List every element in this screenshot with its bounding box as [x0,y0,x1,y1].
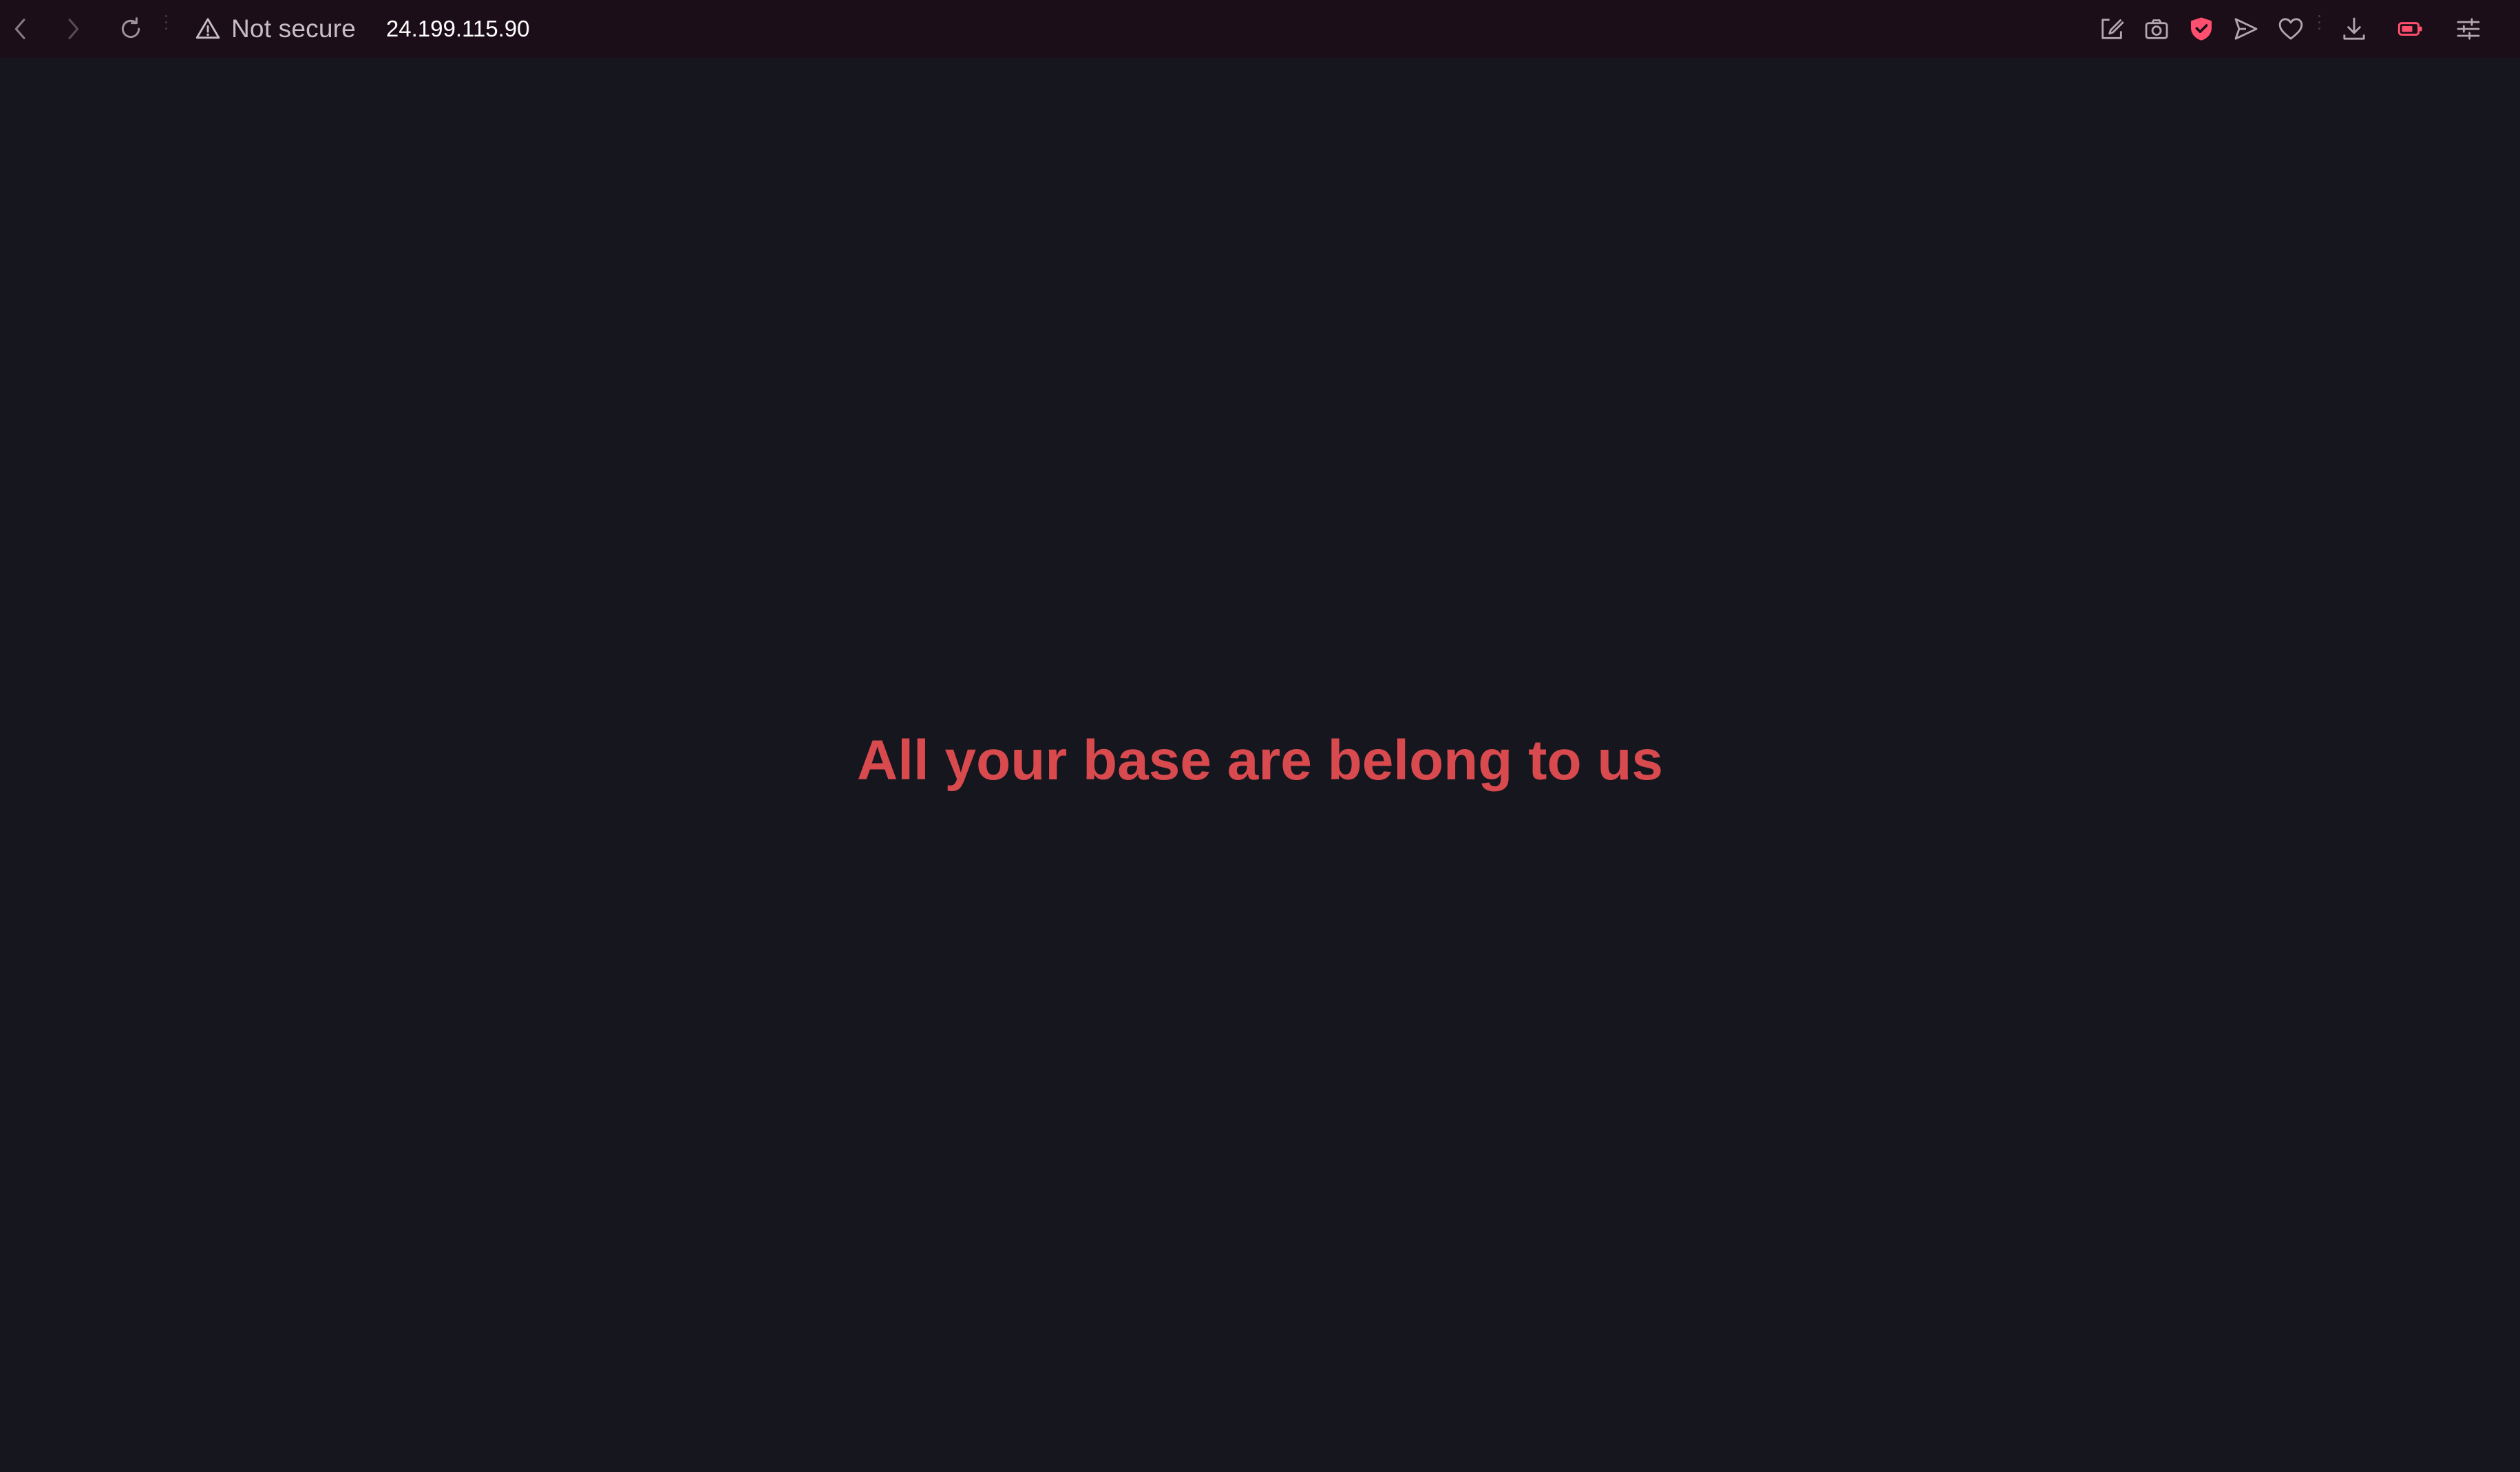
camera-icon [2145,19,2168,39]
warning-triangle-icon [194,15,222,43]
easy-setup-button[interactable] [2448,8,2489,50]
share-button[interactable] [2091,8,2132,50]
toolbar-separator [2318,15,2320,43]
reload-icon [121,17,140,39]
forward-arrow-icon [68,19,79,39]
back-arrow-icon [14,19,25,39]
url-text[interactable]: 24.199.115.90 [386,16,530,42]
back-button[interactable] [0,8,41,50]
heart-icon [2278,18,2303,40]
send-icon [2234,18,2258,40]
toolbar-separator [165,15,167,43]
snapshot-button[interactable] [2136,8,2177,50]
battery-saver-button[interactable] [2390,8,2431,50]
shield-icon [2191,17,2212,41]
settings-sliders-icon [2457,18,2480,40]
shield-button[interactable] [2181,8,2222,50]
security-status-label[interactable]: Not secure [231,14,356,43]
favorite-button[interactable] [2270,8,2311,50]
forward-button[interactable] [52,8,94,50]
share-edit-icon [2101,19,2124,39]
battery-icon [2397,22,2422,36]
page-headline: All your base are belong to us [856,729,1664,792]
address-bar[interactable]: Not secure 24.199.115.90 [194,6,530,52]
download-button[interactable] [2333,8,2375,50]
download-icon [2343,17,2365,40]
browser-toolbar: Not secure 24.199.115.90 [0,0,2520,58]
reload-button[interactable] [110,8,151,50]
send-button[interactable] [2225,8,2267,50]
